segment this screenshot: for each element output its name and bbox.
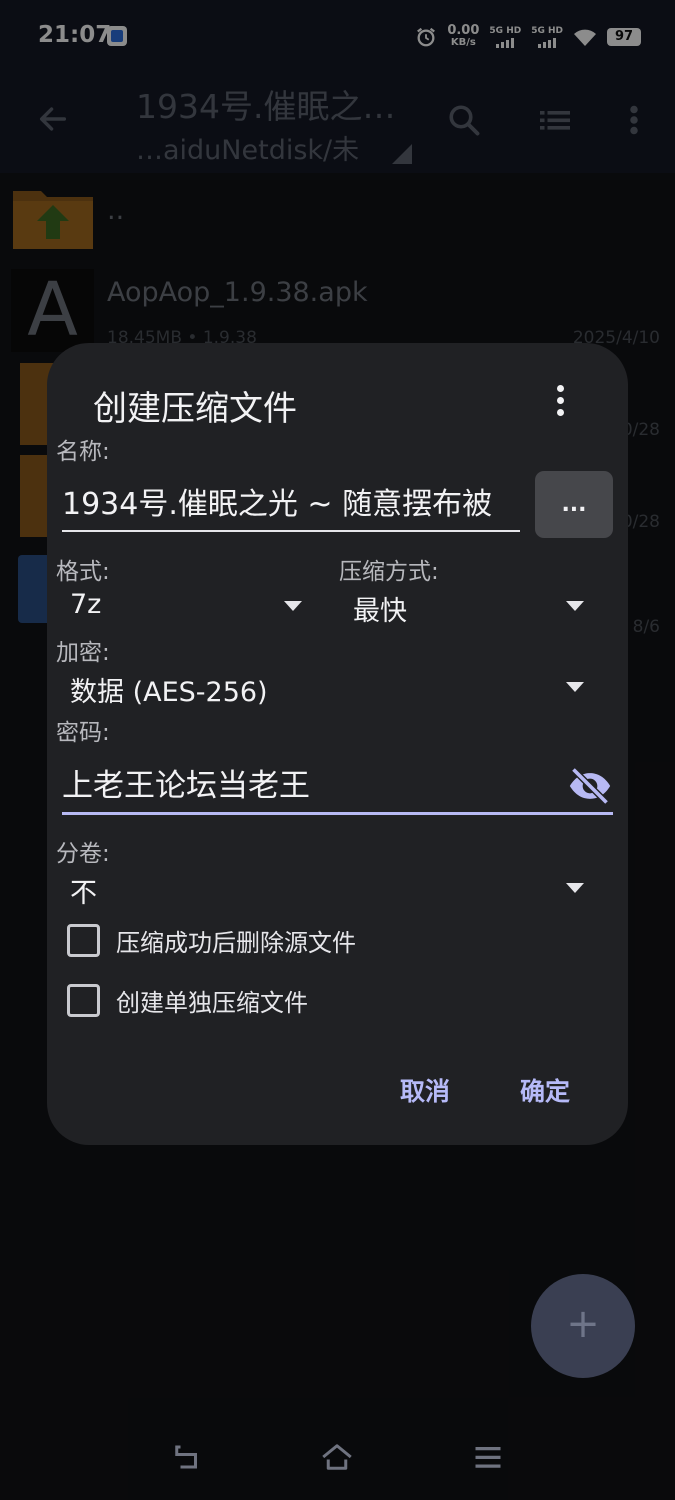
chevron-down-icon xyxy=(566,601,584,611)
password-label: 密码: xyxy=(56,720,110,746)
checkbox-unchecked-icon[interactable] xyxy=(67,923,100,957)
ok-button[interactable]: 确定 xyxy=(520,1072,570,1108)
add-icon: + xyxy=(566,1301,600,1347)
split-select[interactable]: 不 xyxy=(56,865,594,911)
chevron-down-icon xyxy=(566,883,584,893)
recents-menu-icon[interactable] xyxy=(472,1442,504,1472)
dialog-title: 创建压缩文件 xyxy=(93,389,297,429)
chevron-down-icon xyxy=(566,682,584,692)
split-value: 不 xyxy=(70,878,97,909)
encryption-label: 加密: xyxy=(56,640,110,666)
separate-archives-label: 创建单独压缩文件 xyxy=(116,988,308,1017)
dialog-more-icon[interactable] xyxy=(554,385,566,417)
add-fab-button[interactable]: + xyxy=(531,1274,635,1378)
password-value: 上老王论坛当老王 xyxy=(62,768,310,804)
visibility-off-icon[interactable] xyxy=(568,767,612,805)
home-nav-icon[interactable] xyxy=(319,1442,355,1472)
cancel-button[interactable]: 取消 xyxy=(400,1072,450,1108)
format-label: 格式: xyxy=(56,559,110,585)
password-field[interactable]: 上老王论坛当老王 xyxy=(62,757,613,815)
checkbox-unchecked-icon[interactable] xyxy=(67,983,100,1017)
separate-archives-checkbox[interactable]: 创建单独压缩文件 xyxy=(67,982,308,1018)
browse-button[interactable]: ... xyxy=(535,471,613,538)
chevron-down-icon xyxy=(284,601,302,611)
format-value: 7z xyxy=(70,589,102,620)
screen: 21:07 0.00 KB/s 5G HD 5G HD 97 1934号.催眠之… xyxy=(0,0,675,1500)
name-label: 名称: xyxy=(56,439,110,465)
encryption-value: 数据 (AES-256) xyxy=(70,677,268,708)
system-nav-bar xyxy=(0,1420,675,1500)
create-archive-dialog: 创建压缩文件 名称: 1934号.催眠之光 ~ 随意摆布被 ... 格式: 7z… xyxy=(47,343,628,1145)
encryption-select[interactable]: 数据 (AES-256) xyxy=(56,664,594,710)
split-label: 分卷: xyxy=(56,841,110,867)
format-select[interactable]: 7z xyxy=(56,583,311,629)
archive-name-field[interactable]: 1934号.催眠之光 ~ 随意摆布被 xyxy=(62,478,520,532)
method-select[interactable]: 最快 xyxy=(339,583,594,629)
method-label: 压缩方式: xyxy=(339,559,439,585)
method-value: 最快 xyxy=(353,596,407,627)
delete-source-label: 压缩成功后删除源文件 xyxy=(116,928,356,957)
delete-source-checkbox[interactable]: 压缩成功后删除源文件 xyxy=(67,922,356,958)
back-nav-icon[interactable] xyxy=(172,1442,204,1472)
archive-name-value: 1934号.催眠之光 ~ 随意摆布被 xyxy=(62,487,493,522)
